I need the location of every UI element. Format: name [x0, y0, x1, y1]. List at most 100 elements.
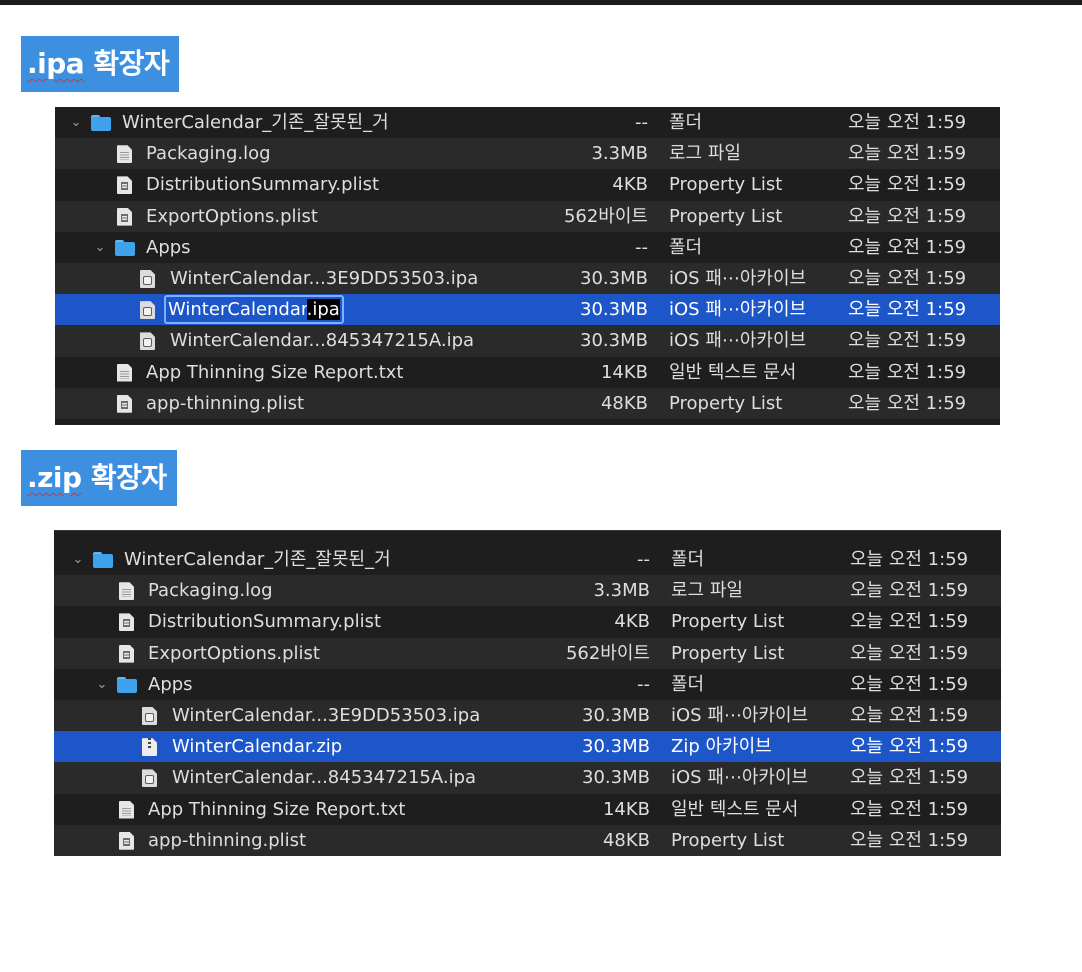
file-size: 562바이트 — [563, 205, 648, 227]
file-kind: Property List — [669, 205, 783, 227]
chevron-down-icon[interactable]: ⌄ — [71, 544, 85, 575]
file-kind: iOS 패⋯아카이브 — [669, 267, 807, 289]
list-row-export-options[interactable]: ExportOptions.plist 562바이트 Property List… — [54, 637, 1001, 669]
document-icon — [119, 582, 134, 601]
file-size: -- — [635, 112, 648, 133]
file-size: 3.3MB — [593, 580, 650, 602]
file-name: WinterCalendar...3E9DD53503.ipa — [170, 267, 479, 289]
file-size: 30.3MB — [582, 767, 650, 789]
file-date: 오늘 오전 1:59 — [848, 236, 967, 258]
file-kind: 로그 파일 — [671, 580, 743, 602]
file-size: 48KB — [602, 829, 650, 851]
file-name: Apps — [148, 673, 193, 695]
file-kind: Property List — [669, 174, 783, 196]
file-kind: iOS 패⋯아카이브 — [671, 767, 809, 789]
file-name: WinterCalendar...845347215A.ipa — [170, 330, 475, 352]
file-size: -- — [637, 673, 650, 695]
file-name: app-thinning.plist — [146, 392, 305, 414]
ipa-archive-icon — [142, 769, 157, 788]
list-row-distribution-summary[interactable]: DistributionSummary.plist 4KB Property L… — [55, 169, 1000, 200]
file-size: 30.3MB — [582, 704, 650, 726]
file-date: 오늘 오전 1:59 — [848, 361, 967, 383]
plist-icon — [119, 831, 134, 850]
list-row-ipa-file[interactable]: WinterCalendar...3E9DD53503.ipa 30.3MB i… — [54, 699, 1001, 732]
file-kind: Zip 아카이브 — [671, 736, 772, 758]
file-date: 오늘 오전 1:59 — [850, 611, 969, 633]
file-date: 오늘 오전 1:59 — [850, 580, 969, 602]
list-row-root-folder[interactable]: ⌄ WinterCalendar_기존_잘못된_거 -- 폴더 오늘 오전 1:… — [54, 544, 1001, 575]
file-size: 14KB — [602, 798, 650, 820]
ipa-archive-icon — [140, 301, 155, 320]
file-kind: 일반 텍스트 문서 — [669, 361, 797, 383]
file-name: app-thinning.plist — [148, 829, 307, 851]
chevron-down-icon[interactable]: ⌄ — [93, 232, 107, 263]
ipa-archive-icon — [142, 706, 157, 725]
file-size: 48KB — [600, 392, 648, 414]
rename-field[interactable]: WinterCalendar.ipa — [164, 294, 344, 325]
list-row-ipa-file[interactable]: WinterCalendar...845347215A.ipa 30.3MB i… — [55, 325, 1000, 357]
file-kind: 로그 파일 — [669, 143, 741, 165]
finder-list-zip: ⌄ WinterCalendar_기존_잘못된_거 -- 폴더 오늘 오전 1:… — [54, 530, 1001, 856]
file-kind: Property List — [671, 611, 785, 633]
plist-icon — [117, 207, 132, 226]
file-date: 오늘 오전 1:59 — [848, 112, 967, 133]
file-kind: 폴더 — [669, 236, 703, 258]
plist-icon — [117, 394, 132, 413]
file-date: 오늘 오전 1:59 — [850, 704, 969, 726]
plist-icon — [119, 613, 134, 632]
list-row-thinning-report[interactable]: App Thinning Size Report.txt 14KB 일반 텍스트… — [55, 357, 1000, 388]
list-row-packaging-log[interactable]: Packaging.log 3.3MB 로그 파일 오늘 오전 1:59 — [54, 575, 1001, 607]
list-row-ipa-file[interactable]: WinterCalendar...845347215A.ipa 30.3MB i… — [54, 762, 1001, 794]
file-size: -- — [635, 236, 648, 258]
file-kind: iOS 패⋯아카이브 — [669, 330, 807, 352]
heading-extension: .ipa — [27, 47, 85, 80]
list-row-zip-file-selected[interactable]: WinterCalendar.zip 30.3MB Zip 아카이브 오늘 오전… — [54, 731, 1001, 763]
file-name: WinterCalendar_기존_잘못된_거 — [122, 112, 389, 133]
ipa-extension-heading: .ipa 확장자 — [21, 36, 180, 92]
file-name-base: WinterCalendar — [168, 299, 307, 321]
file-size: 30.3MB — [582, 736, 650, 758]
file-name: ExportOptions.plist — [146, 205, 318, 227]
list-row-apps-folder[interactable]: ⌄ Apps -- 폴더 오늘 오전 1:59 — [55, 232, 1000, 263]
list-row-ipa-file[interactable]: WinterCalendar...3E9DD53503.ipa 30.3MB i… — [55, 262, 1000, 295]
file-date: 오늘 오전 1:59 — [848, 330, 967, 352]
file-size: 14KB — [600, 361, 648, 383]
file-size: 4KB — [612, 174, 648, 196]
file-date: 오늘 오전 1:59 — [850, 798, 969, 820]
file-name: WinterCalendar...3E9DD53503.ipa — [172, 704, 481, 726]
list-row-thinning-report[interactable]: App Thinning Size Report.txt 14KB 일반 텍스트… — [54, 794, 1001, 825]
zip-archive-icon — [142, 738, 157, 757]
list-row-apps-folder[interactable]: ⌄ Apps -- 폴더 오늘 오전 1:59 — [54, 669, 1001, 700]
list-row-ipa-file-selected[interactable]: WinterCalendar.ipa 30.3MB iOS 패⋯아카이브 오늘 … — [55, 294, 1000, 326]
file-date: 오늘 오전 1:59 — [850, 642, 969, 664]
chevron-down-icon[interactable]: ⌄ — [69, 107, 83, 138]
file-size: 30.3MB — [580, 330, 648, 352]
plist-icon — [117, 176, 132, 195]
file-name: ExportOptions.plist — [148, 642, 320, 664]
file-name: Packaging.log — [146, 143, 271, 165]
list-row-thinning-plist[interactable]: app-thinning.plist 48KB Property List 오늘… — [54, 824, 1001, 856]
folder-icon — [93, 552, 113, 568]
file-date: 오늘 오전 1:59 — [850, 736, 969, 758]
zip-extension-heading: .zip 확장자 — [21, 450, 177, 506]
file-name: WinterCalendar_기존_잘못된_거 — [124, 549, 391, 570]
finder-list-ipa: ⌄ WinterCalendar_기존_잘못된_거 -- 폴더 오늘 오전 1:… — [55, 107, 1000, 425]
file-date: 오늘 오전 1:59 — [848, 174, 967, 196]
file-date: 오늘 오전 1:59 — [850, 673, 969, 695]
file-size: -- — [637, 549, 650, 570]
list-row-root-folder[interactable]: ⌄ WinterCalendar_기존_잘못된_거 -- 폴더 오늘 오전 1:… — [55, 107, 1000, 138]
list-row-export-options[interactable]: ExportOptions.plist 562바이트 Property List… — [55, 200, 1000, 232]
list-row-distribution-summary[interactable]: DistributionSummary.plist 4KB Property L… — [54, 606, 1001, 637]
file-date: 오늘 오전 1:59 — [848, 143, 967, 165]
folder-icon — [91, 115, 111, 131]
file-name: App Thinning Size Report.txt — [148, 798, 406, 820]
chevron-down-icon[interactable]: ⌄ — [95, 669, 109, 700]
ipa-archive-icon — [140, 332, 155, 351]
file-kind: 폴더 — [671, 549, 705, 570]
file-size: 30.3MB — [580, 267, 648, 289]
heading-label: 확장자 — [84, 47, 170, 80]
list-row-thinning-plist[interactable]: app-thinning.plist 48KB Property List 오늘… — [55, 387, 1000, 419]
file-name: Packaging.log — [148, 580, 273, 602]
list-row-packaging-log[interactable]: Packaging.log 3.3MB 로그 파일 오늘 오전 1:59 — [55, 138, 1000, 170]
file-date: 오늘 오전 1:59 — [848, 205, 967, 227]
